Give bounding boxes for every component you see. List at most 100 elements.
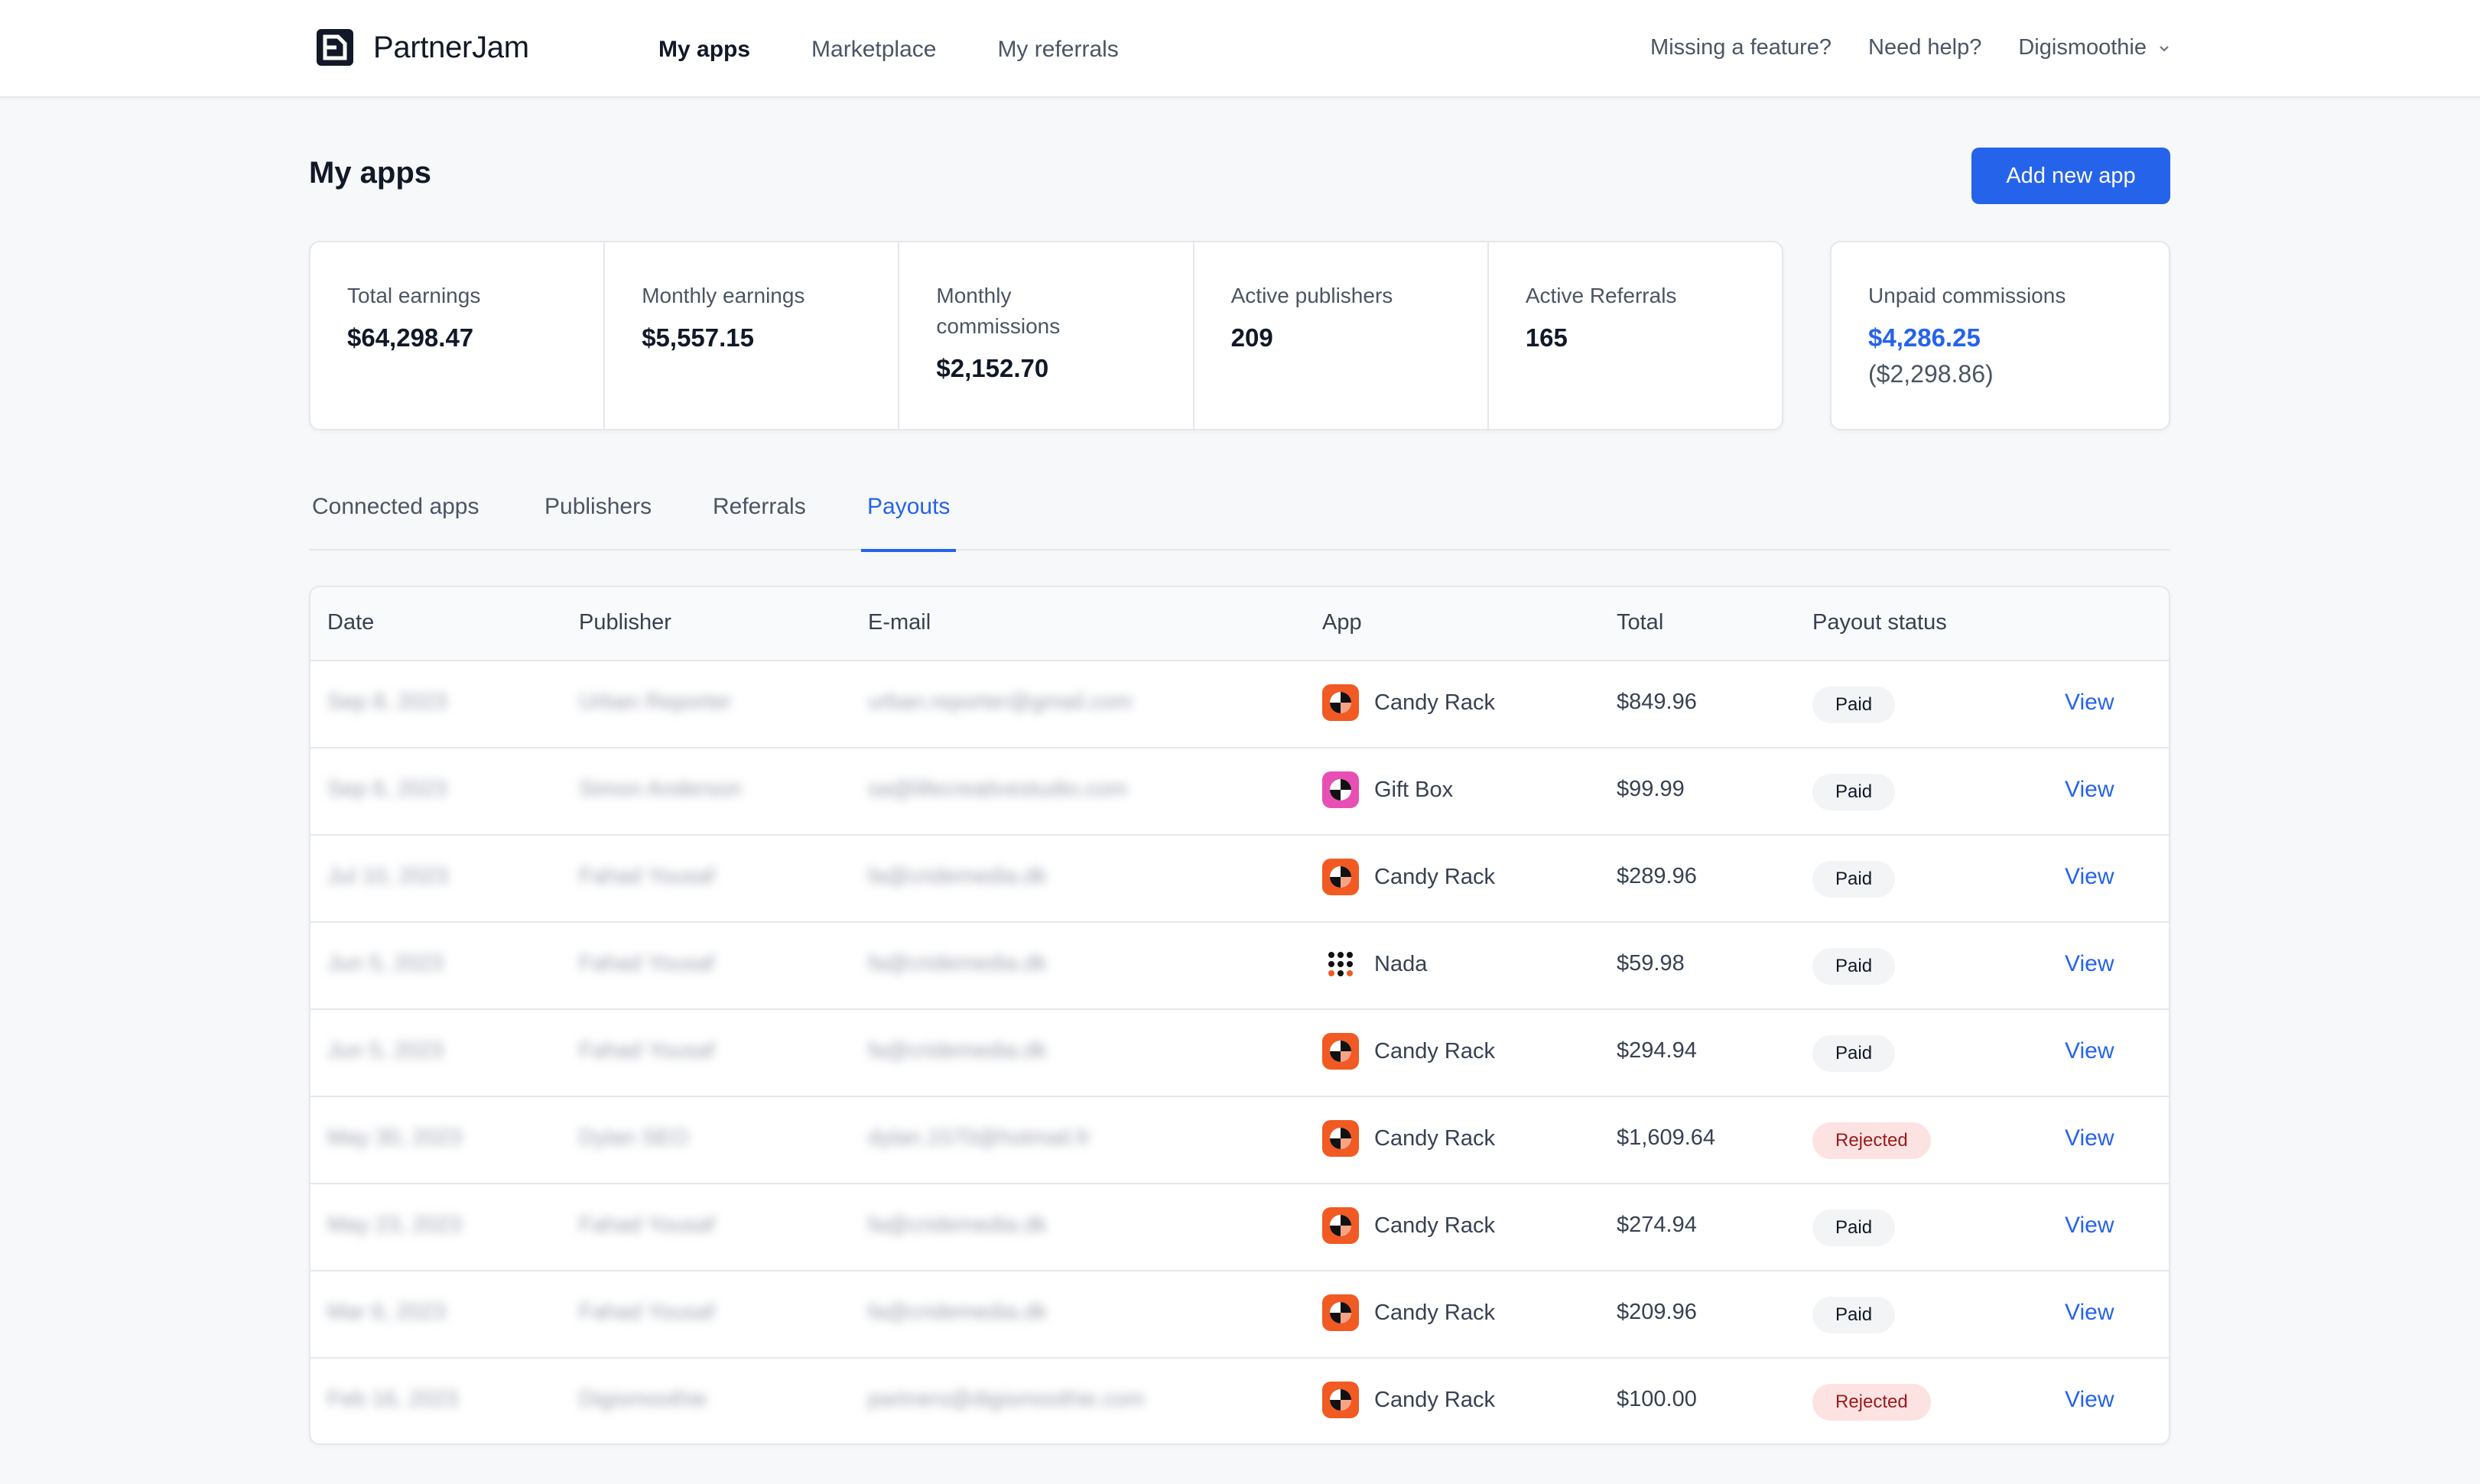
status-badge: Rejected	[1812, 1122, 1931, 1159]
stat-value: 209	[1230, 323, 1273, 352]
row-email: partners@digismoothie.com	[868, 1387, 1145, 1411]
org-switcher[interactable]: Digismoothie	[2018, 35, 2171, 60]
view-link[interactable]: View	[2065, 1213, 2114, 1239]
brand[interactable]: PartnerJam	[315, 28, 529, 67]
row-email: dylan.1570@hotmail.fr	[868, 1125, 1090, 1150]
stat-label: Total earnings	[347, 284, 481, 307]
row-publisher[interactable]: Urban Reporter	[579, 690, 732, 715]
nav-my-referrals[interactable]: My referrals	[997, 37, 1118, 63]
status-badge: Paid	[1812, 861, 1896, 898]
col-publisher[interactable]: Publisher	[579, 610, 671, 635]
status-badge: Paid	[1812, 774, 1896, 810]
row-email: fa@cridemedia.dk	[868, 1300, 1048, 1324]
stat-label: Monthly earnings	[642, 284, 805, 307]
row-app-name: Candy Rack	[1374, 1125, 1495, 1151]
row-app-name: Nada	[1374, 951, 1428, 976]
gift-box-icon	[1322, 771, 1359, 808]
unpaid-commissions-card: Unpaid commissions $4,286.25 ($2,298.86)	[1830, 241, 2170, 430]
row-publisher[interactable]: Digismoothie	[579, 1387, 707, 1412]
tab-bar: Connected apps Publishers Referrals Payo…	[306, 474, 2170, 552]
view-link[interactable]: View	[2065, 777, 2114, 803]
row-publisher[interactable]: Dylan SEO	[579, 1125, 688, 1151]
row-date: May 30, 2023	[327, 1125, 462, 1150]
row-date: Feb 16, 2023	[327, 1387, 458, 1411]
col-total[interactable]: Total	[1617, 610, 1663, 635]
row-app-name: Candy Rack	[1374, 864, 1495, 889]
row-app: Candy Rack	[1322, 1382, 1495, 1418]
row-publisher[interactable]: Fahad Yousaf	[579, 864, 714, 889]
view-link[interactable]: View	[2065, 951, 2114, 977]
unpaid-sub-value: ($2,298.86)	[1868, 360, 1994, 388]
tab-referrals[interactable]: Referrals	[707, 494, 812, 549]
candy-rack-icon	[1322, 1207, 1359, 1244]
view-link[interactable]: View	[2065, 1387, 2114, 1413]
row-total: $274.94	[1617, 1213, 1697, 1237]
col-email[interactable]: E-mail	[868, 610, 931, 635]
chevron-down-icon	[2160, 45, 2169, 52]
nav-my-apps[interactable]: My apps	[658, 37, 750, 63]
table-row: Jun 5, 2023 Fahad Yousaf fa@cridemedia.d…	[310, 1010, 2169, 1097]
row-total: $59.98	[1617, 951, 1685, 976]
row-app: Nada	[1322, 946, 1427, 982]
row-app-name: Candy Rack	[1374, 1213, 1495, 1238]
row-total: $1,609.64	[1617, 1125, 1716, 1150]
status-badge: Paid	[1812, 1210, 1896, 1246]
status-badge: Paid	[1812, 948, 1896, 985]
row-date: Sep 8, 2023	[327, 690, 447, 714]
view-link[interactable]: View	[2065, 1125, 2114, 1151]
brand-name: PartnerJam	[373, 30, 529, 64]
table-row: Sep 8, 2023 Urban Reporter urban.reporte…	[310, 661, 2169, 748]
tab-connected-apps[interactable]: Connected apps	[306, 494, 486, 549]
row-email: sa@lifecreativestudio.com	[868, 777, 1127, 801]
missing-feature-link[interactable]: Missing a feature?	[1650, 35, 1832, 60]
candy-rack-icon	[1322, 1120, 1359, 1157]
row-app-name: Candy Rack	[1374, 690, 1495, 715]
row-publisher[interactable]: Simon Anderson	[579, 777, 742, 802]
view-link[interactable]: View	[2065, 1300, 2114, 1326]
candy-rack-icon	[1322, 859, 1359, 895]
add-new-app-button[interactable]: Add new app	[1971, 148, 2170, 204]
tab-publishers[interactable]: Publishers	[538, 494, 658, 549]
need-help-link[interactable]: Need help?	[1868, 35, 1981, 60]
row-app: Candy Rack	[1322, 1294, 1495, 1331]
table-row: May 23, 2023 Fahad Yousaf fa@cridemedia.…	[310, 1184, 2169, 1271]
row-publisher[interactable]: Fahad Yousaf	[579, 1213, 714, 1238]
candy-rack-icon	[1322, 1294, 1359, 1331]
stat-active-referrals: Active Referrals 165	[1489, 242, 1782, 429]
row-email: fa@cridemedia.dk	[868, 1038, 1048, 1063]
row-app-name: Candy Rack	[1374, 1300, 1495, 1325]
row-total: $100.00	[1617, 1387, 1697, 1411]
col-payout-status[interactable]: Payout status	[1812, 610, 1947, 635]
page-title: My apps	[309, 156, 432, 190]
main-nav: My apps Marketplace My referrals	[658, 37, 1119, 63]
row-app: Candy Rack	[1322, 1033, 1495, 1070]
row-total: $209.96	[1617, 1300, 1697, 1324]
table-row: Feb 16, 2023 Digismoothie partners@digis…	[310, 1359, 2169, 1443]
row-publisher[interactable]: Fahad Yousaf	[579, 1038, 714, 1063]
nav-marketplace[interactable]: Marketplace	[811, 37, 936, 63]
row-app-name: Gift Box	[1374, 777, 1454, 802]
row-app: Candy Rack	[1322, 859, 1495, 895]
stat-value: $2,152.70	[936, 354, 1049, 382]
col-date[interactable]: Date	[327, 610, 374, 635]
row-app-name: Candy Rack	[1374, 1038, 1495, 1063]
row-total: $849.96	[1617, 690, 1697, 714]
payouts-table: Date Publisher E-mail App Total Payout s…	[309, 586, 2170, 1445]
row-publisher[interactable]: Fahad Yousaf	[579, 1300, 714, 1325]
view-link[interactable]: View	[2065, 690, 2114, 716]
stat-monthly-earnings: Monthly earnings $5,557.15	[605, 242, 900, 429]
stat-active-publishers: Active publishers 209	[1194, 242, 1489, 429]
stats-card: Total earnings $64,298.47 Monthly earnin…	[309, 241, 1783, 430]
view-link[interactable]: View	[2065, 864, 2114, 890]
row-email: fa@cridemedia.dk	[868, 1213, 1048, 1237]
row-date: Jun 5, 2023	[327, 1038, 444, 1063]
row-app-name: Candy Rack	[1374, 1387, 1495, 1412]
row-date: Sep 6, 2023	[327, 777, 447, 801]
table-row: Mar 6, 2023 Fahad Yousaf fa@cridemedia.d…	[310, 1271, 2169, 1359]
row-publisher[interactable]: Fahad Yousaf	[579, 951, 714, 976]
view-link[interactable]: View	[2065, 1038, 2114, 1064]
tab-payouts[interactable]: Payouts	[861, 494, 957, 552]
unpaid-label: Unpaid commissions	[1868, 284, 2066, 307]
candy-rack-icon	[1322, 1033, 1359, 1070]
col-app[interactable]: App	[1322, 610, 1362, 635]
